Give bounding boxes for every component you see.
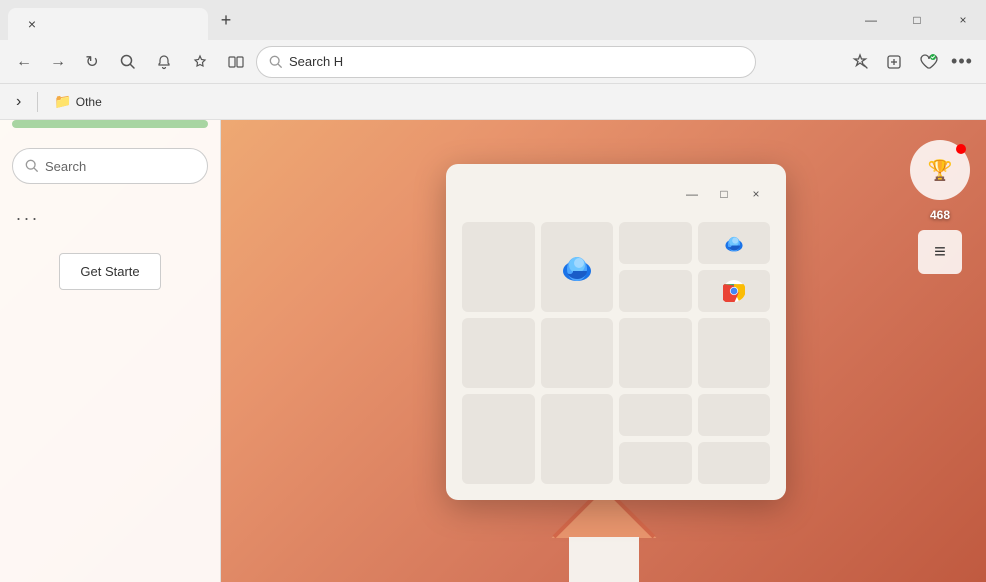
- search-bar-container: Search: [0, 136, 220, 196]
- snap-cell-r3d2[interactable]: [698, 442, 771, 484]
- left-panel: Search ... Get Starte: [0, 120, 220, 582]
- close-button[interactable]: ×: [940, 0, 986, 40]
- notification-icon[interactable]: [148, 46, 180, 78]
- snap-cell-r3c[interactable]: [541, 394, 614, 484]
- snap-maximize-button[interactable]: □: [710, 180, 738, 208]
- search-icon: [25, 159, 39, 173]
- snap-cell-r2c[interactable]: [619, 318, 692, 388]
- snap-cell-d1[interactable]: [698, 222, 771, 264]
- address-text: Search H: [289, 54, 343, 69]
- score-badge[interactable]: 🏆: [910, 140, 970, 200]
- refresh-button[interactable]: ↻: [76, 46, 108, 78]
- other-bookmarks-label: Othe: [76, 95, 102, 109]
- snap-row-2: [462, 318, 770, 388]
- snap-minimize-button[interactable]: —: [678, 180, 706, 208]
- chrome-browser-icon: [723, 280, 745, 302]
- hamburger-icon: ≡: [934, 241, 946, 264]
- page-content: Search ... Get Starte 🏆 468: [0, 120, 986, 582]
- snap-cell-b[interactable]: [541, 222, 614, 312]
- star-menu-icon[interactable]: [844, 46, 876, 78]
- tab-close-button[interactable]: ×: [18, 10, 46, 38]
- get-started-button[interactable]: Get Starte: [59, 253, 160, 290]
- tab-bar: × + — □ ×: [0, 0, 986, 40]
- snap-cell-r3b1[interactable]: [619, 394, 692, 436]
- bookmarks-overflow[interactable]: ›: [8, 89, 29, 115]
- snap-close-button[interactable]: ×: [742, 180, 770, 208]
- chevron-icon: ›: [16, 93, 21, 111]
- snap-row-1: [462, 222, 770, 312]
- maximize-button[interactable]: □: [894, 0, 940, 40]
- snap-layout-popup: — □ ×: [446, 164, 786, 500]
- snap-cell-c2[interactable]: [619, 270, 692, 312]
- address-search-icon: [269, 55, 283, 69]
- three-dots-menu[interactable]: ...: [0, 196, 220, 233]
- snap-cell-c1[interactable]: [619, 222, 692, 264]
- snap-cell-r2a[interactable]: [462, 318, 535, 388]
- snap-cell-a[interactable]: [462, 222, 535, 312]
- snap-cell-r3b2[interactable]: [619, 442, 692, 484]
- bookmarks-bar: › 📁 Othe: [0, 84, 986, 120]
- toolbar-right: •••: [844, 46, 978, 78]
- new-tab-button[interactable]: +: [212, 6, 240, 34]
- notification-dot: [956, 144, 966, 154]
- folder-icon: 📁: [54, 93, 71, 110]
- hamburger-button[interactable]: ≡: [918, 230, 962, 274]
- search-input[interactable]: Search: [12, 148, 208, 184]
- snap-cell-d2[interactable]: [698, 270, 771, 312]
- snap-cell-r3a[interactable]: [462, 394, 535, 484]
- split-tab-icon[interactable]: [220, 46, 252, 78]
- window-controls: — □ ×: [848, 0, 986, 40]
- back-button[interactable]: ←: [8, 46, 40, 78]
- snap-cell-r2d[interactable]: [698, 318, 771, 388]
- search-icon[interactable]: [112, 46, 144, 78]
- edge-small-icon: [723, 232, 745, 254]
- minimize-button[interactable]: —: [848, 0, 894, 40]
- collections-icon[interactable]: [878, 46, 910, 78]
- edge-browser-icon: [559, 249, 595, 285]
- nav-icons: ← → ↻: [8, 46, 108, 78]
- trophy-icon: 🏆: [928, 158, 953, 183]
- green-accent-bar: [12, 120, 208, 128]
- address-bar[interactable]: Search H: [256, 46, 756, 78]
- browser-chrome: × + — □ × ← → ↻: [0, 0, 986, 120]
- snap-row-3: [462, 394, 770, 484]
- active-tab[interactable]: ×: [8, 8, 208, 40]
- search-text: Search: [45, 159, 86, 174]
- forward-button[interactable]: →: [42, 46, 74, 78]
- more-button[interactable]: •••: [946, 46, 978, 78]
- snap-cell-r2b[interactable]: [541, 318, 614, 388]
- score-value: 468: [930, 208, 950, 222]
- health-icon[interactable]: [912, 46, 944, 78]
- other-bookmarks[interactable]: 📁 Othe: [46, 89, 109, 114]
- snap-cell-r3d1[interactable]: [698, 394, 771, 436]
- toolbar: ← → ↻: [0, 40, 986, 84]
- bookmark-divider: [37, 92, 38, 112]
- snap-popup-titlebar: — □ ×: [462, 180, 770, 208]
- favorites-icon[interactable]: [184, 46, 216, 78]
- right-overlay: 🏆 468 ≡: [910, 140, 970, 274]
